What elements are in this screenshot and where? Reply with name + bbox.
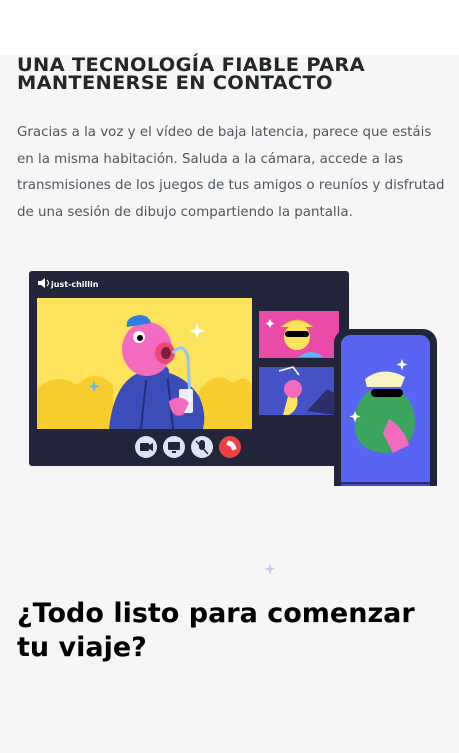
feature-body: Gracias a la voz y el vídeo de baja late… <box>17 125 445 220</box>
desktop-call-window: just-chillin <box>29 271 349 466</box>
screen-share-button[interactable] <box>163 436 185 458</box>
camera-button[interactable] <box>135 436 157 458</box>
sparkle-icon <box>264 563 276 575</box>
feature-headline: UNA TECNOLOGÍA FIABLE PARA MANTENERSE EN… <box>17 54 365 94</box>
cta-headline: ¿Todo listo para comenzar tu viaje? <box>17 598 415 663</box>
channel-name: just-chillin <box>50 280 99 289</box>
top-bar <box>0 0 459 55</box>
mute-mic-button[interactable] <box>191 436 213 458</box>
main-video-tile <box>37 298 252 430</box>
participant-tile-1 <box>259 311 339 358</box>
video-call-illustration: just-chillin <box>29 271 437 486</box>
end-call-button[interactable] <box>219 436 241 458</box>
phone-mockup <box>334 329 437 486</box>
participant-tile-2 <box>259 366 339 415</box>
